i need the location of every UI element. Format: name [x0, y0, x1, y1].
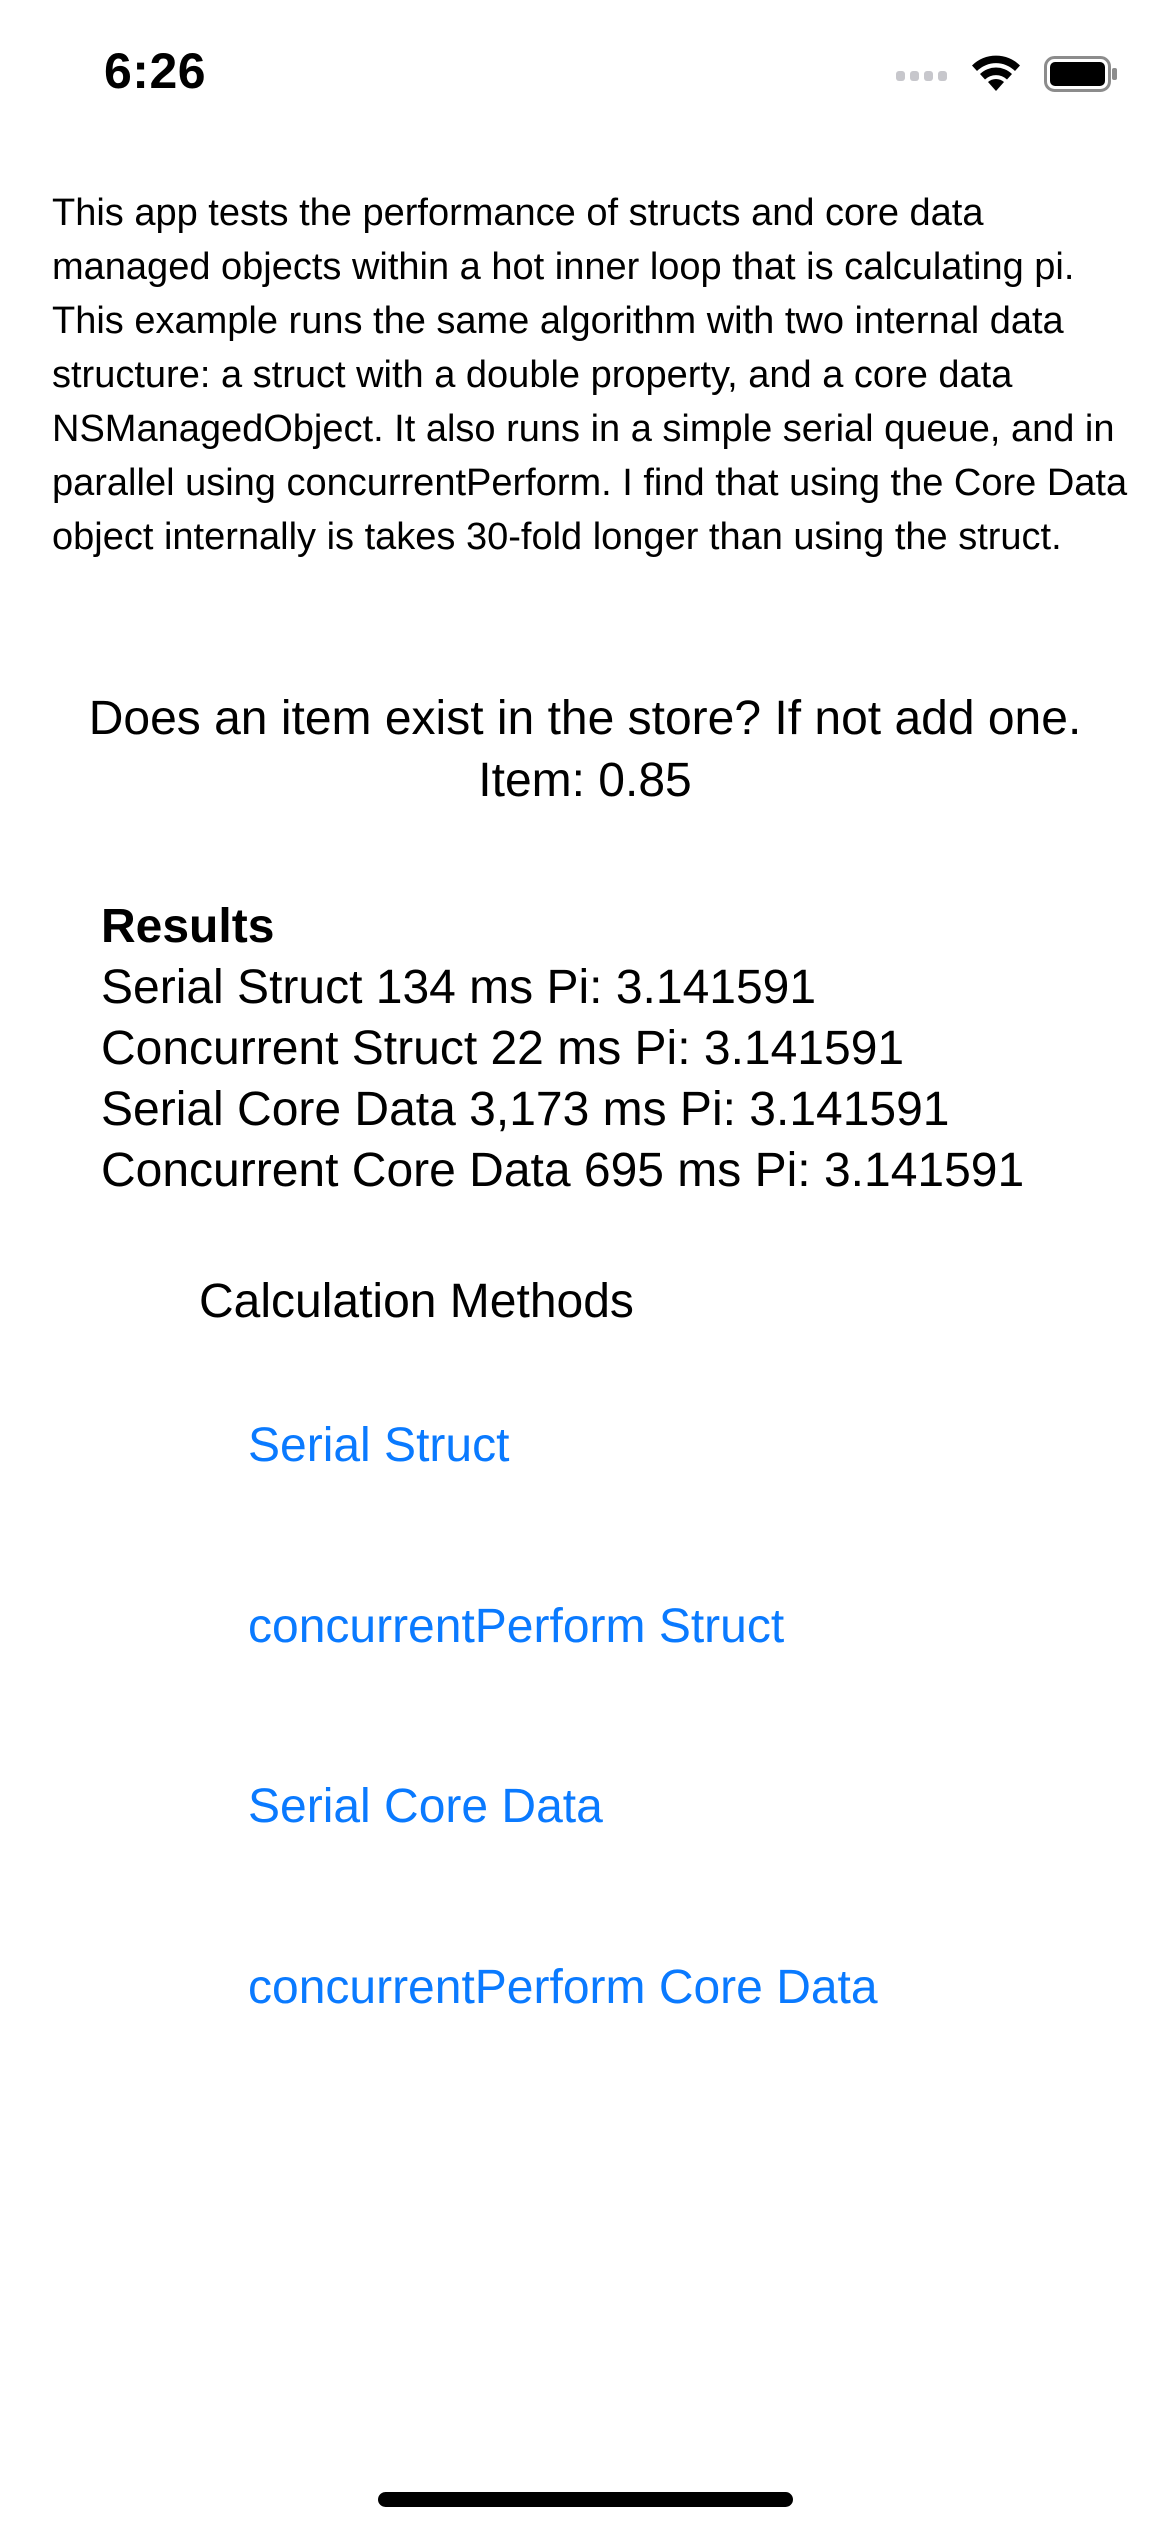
- result-concurrent-struct: Concurrent Struct 22 ms Pi: 3.141591: [101, 1022, 905, 1075]
- store-status: Does an item exist in the store? If not …: [0, 688, 1170, 812]
- cellular-signal-icon: [896, 67, 948, 81]
- serial-struct-button[interactable]: Serial Struct: [248, 1416, 509, 1476]
- result-serial-struct: Serial Struct 134 ms Pi: 3.141591: [101, 961, 817, 1014]
- result-concurrent-core-data: Concurrent Core Data 695 ms Pi: 3.141591: [101, 1144, 1025, 1197]
- status-time: 6:26: [104, 43, 207, 99]
- concurrent-perform-struct-button[interactable]: concurrentPerform Struct: [248, 1597, 784, 1657]
- store-question: Does an item exist in the store? If not …: [88, 692, 1082, 745]
- battery-icon: [1044, 56, 1118, 92]
- serial-core-data-button[interactable]: Serial Core Data: [248, 1777, 603, 1837]
- intro-description: This app tests the performance of struct…: [52, 192, 1128, 558]
- home-indicator[interactable]: [378, 2492, 793, 2507]
- results-section: Results Serial Struct 134 ms Pi: 3.14159…: [101, 896, 1141, 1201]
- concurrent-perform-core-data-button[interactable]: concurrentPerform Core Data: [248, 1958, 878, 2018]
- result-serial-core-data: Serial Core Data 3,173 ms Pi: 3.141591: [101, 1083, 950, 1136]
- wifi-icon: [970, 55, 1022, 93]
- store-item-value: Item: 0.85: [478, 754, 692, 807]
- status-bar: 6:26: [0, 0, 1170, 150]
- status-icons: [896, 52, 1118, 96]
- results-title: Results: [101, 900, 275, 953]
- methods-title: Calculation Methods: [199, 1275, 634, 1328]
